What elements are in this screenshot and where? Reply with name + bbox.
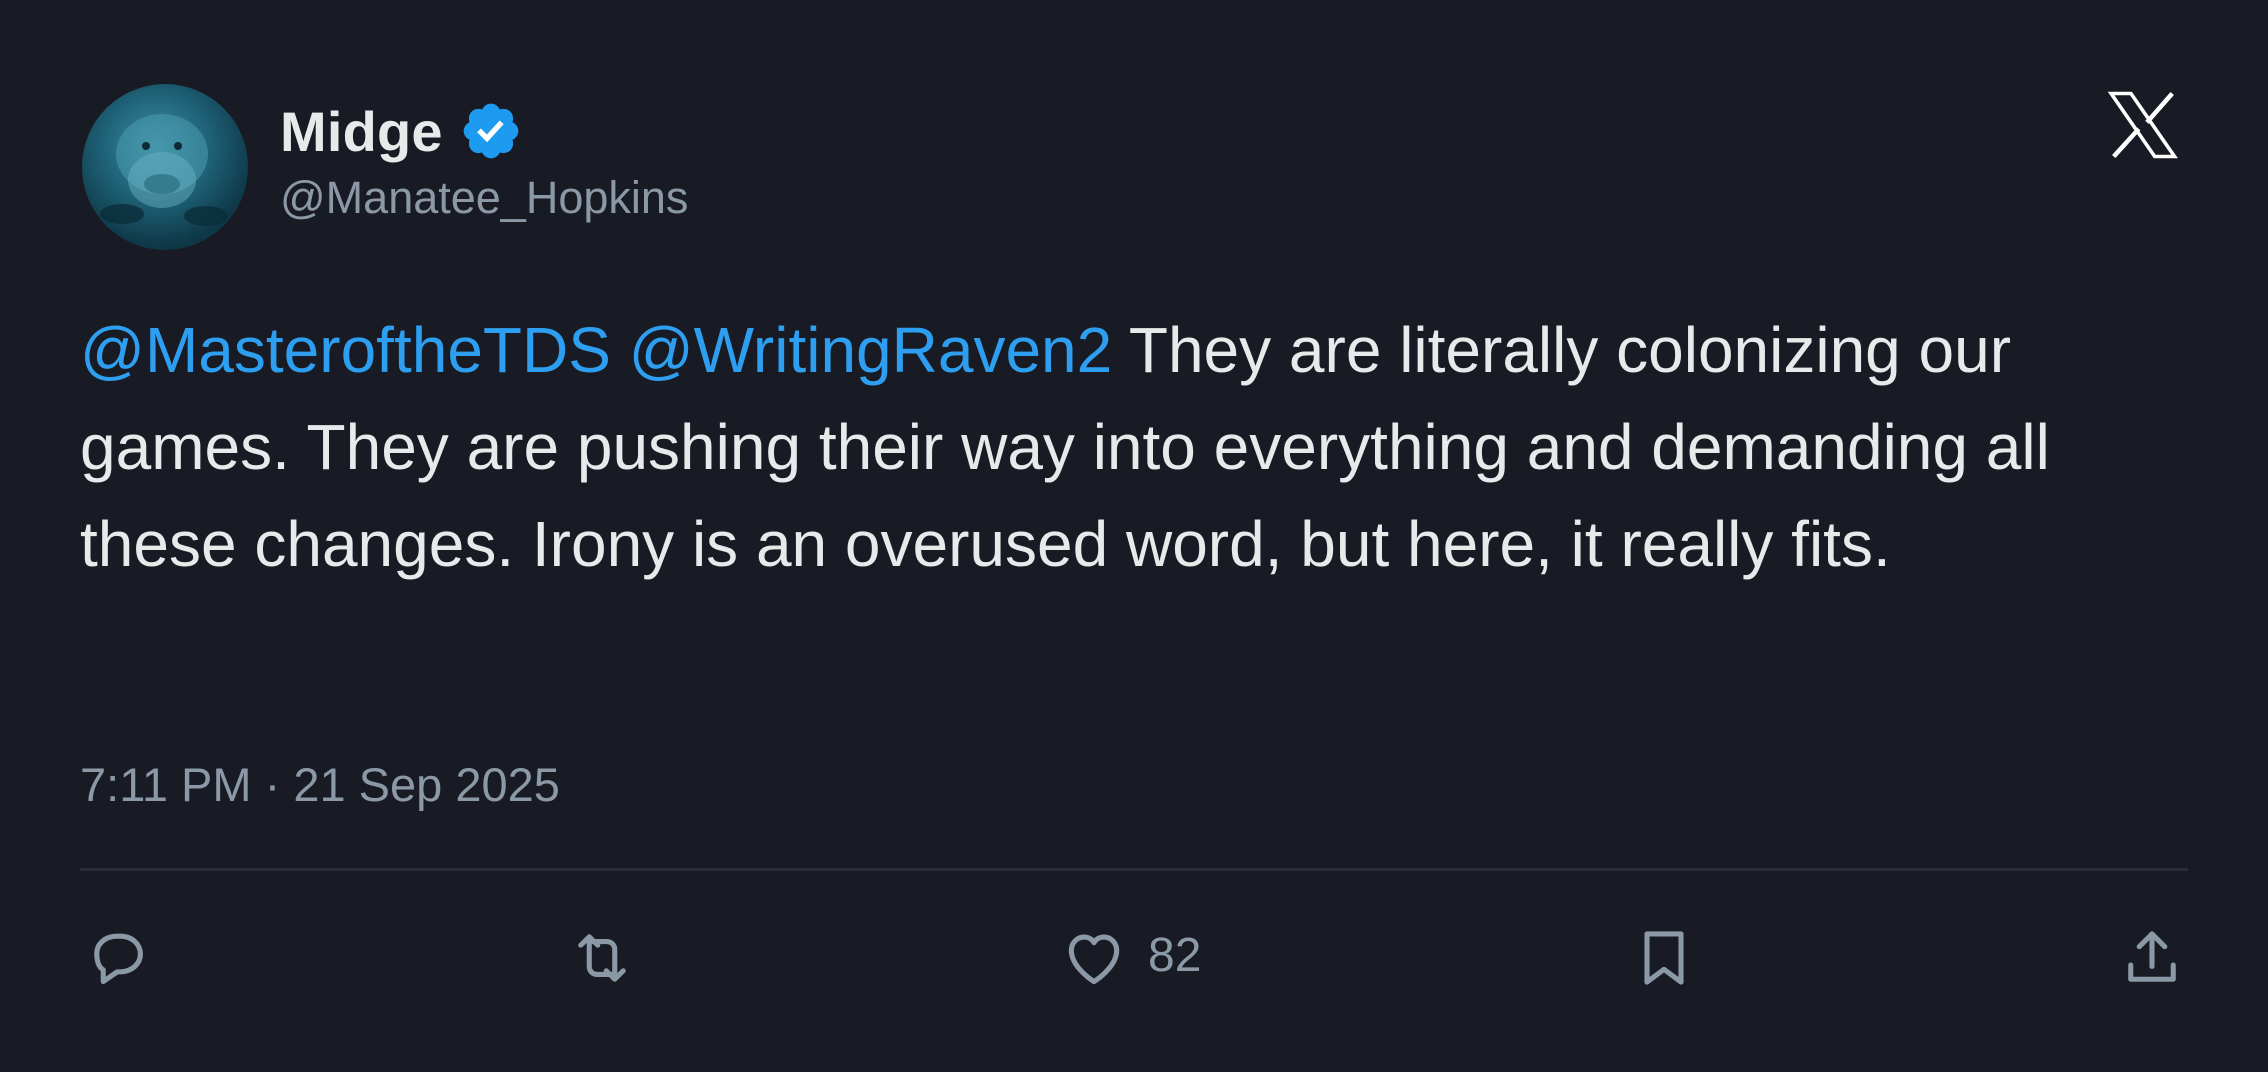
tweet-text: @MasteroftheTDS @WritingRaven2 They are … bbox=[80, 302, 2220, 593]
retweet-button[interactable] bbox=[568, 920, 636, 996]
share-button[interactable] bbox=[2118, 920, 2186, 996]
x-logo-icon[interactable] bbox=[2104, 86, 2182, 164]
action-bar: 82 bbox=[0, 920, 2268, 996]
mention-link[interactable]: @WritingRaven2 bbox=[629, 314, 1113, 386]
verified-badge-icon[interactable] bbox=[459, 99, 523, 163]
author-block: Midge @Manatee_Hopkins bbox=[280, 92, 688, 224]
timestamp[interactable]: 7:11 PM · 21 Sep 2025 bbox=[80, 757, 560, 812]
display-name[interactable]: Midge bbox=[280, 99, 443, 164]
bookmark-icon bbox=[1644, 931, 1684, 985]
reply-icon bbox=[94, 933, 143, 985]
like-count: 82 bbox=[1148, 928, 1202, 982]
name-row: Midge bbox=[280, 92, 688, 170]
mention-link[interactable]: @MasteroftheTDS bbox=[80, 314, 611, 386]
like-button[interactable]: 82 bbox=[1060, 920, 1201, 996]
bookmark-button[interactable] bbox=[1630, 920, 1698, 996]
avatar[interactable] bbox=[82, 84, 248, 250]
share-icon bbox=[2128, 931, 2176, 982]
tweet-card: Midge @Manatee_Hopkins @MasteroftheTDS @… bbox=[0, 0, 2268, 1072]
reply-button[interactable] bbox=[84, 920, 152, 996]
heart-icon bbox=[1068, 934, 1120, 985]
retweet-icon bbox=[578, 934, 626, 982]
manatee-avatar-icon bbox=[100, 114, 228, 226]
handle[interactable]: @Manatee_Hopkins bbox=[280, 172, 688, 224]
divider bbox=[80, 868, 2188, 871]
